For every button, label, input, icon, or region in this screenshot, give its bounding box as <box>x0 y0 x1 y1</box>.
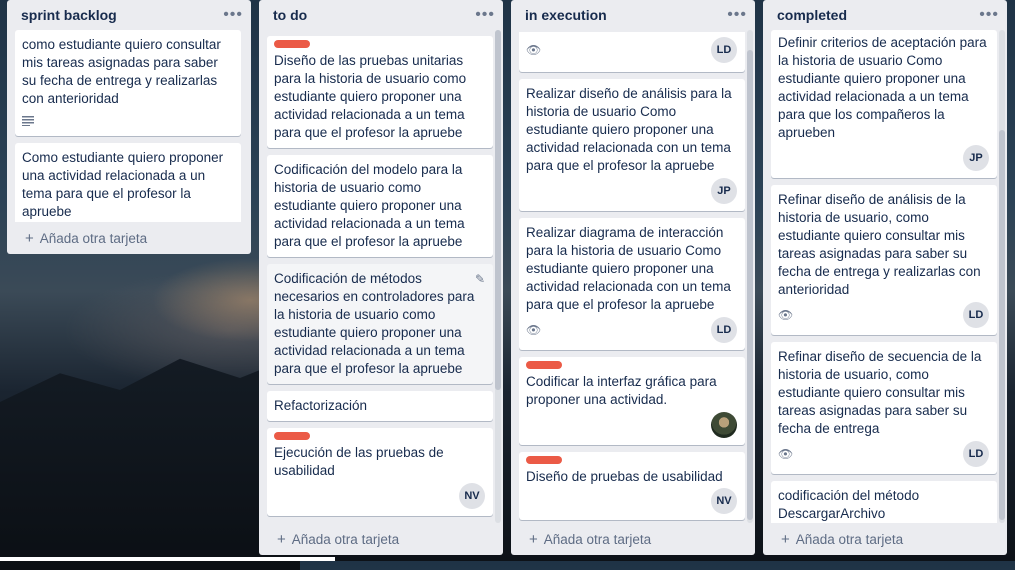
ellipsis-icon[interactable]: ••• <box>979 7 999 23</box>
card-title: Diseño de las pruebas unitarias para la … <box>274 53 467 140</box>
card-title: Refinar diseño de análisis de la histori… <box>778 192 981 297</box>
avatar[interactable]: JP <box>963 145 989 171</box>
card[interactable]: Codificar la interfaz gráfica para propo… <box>519 357 745 445</box>
eye-icon: 👁 <box>526 43 542 57</box>
plus-icon: + <box>781 530 790 548</box>
card-badges: JP <box>778 144 989 172</box>
card-title: Codificación de métodos necesarios en co… <box>274 271 475 376</box>
card-badges: 👁 LD <box>526 32 737 68</box>
card-title: Refactorización <box>274 398 368 413</box>
background-mountain <box>0 354 300 570</box>
add-card-label: Añada otra tarjeta <box>795 531 904 547</box>
ellipsis-icon[interactable]: ••• <box>475 7 495 23</box>
card-title: Codificar la interfaz gráfica para propo… <box>526 374 717 407</box>
eye-icon: 👁 <box>778 447 794 461</box>
plus-icon: + <box>529 530 538 548</box>
avatar[interactable]: JP <box>711 178 737 204</box>
ellipsis-icon[interactable]: ••• <box>223 7 243 23</box>
card-badges: NV <box>526 488 737 514</box>
card[interactable]: ✎ Codificación de métodos necesarios en … <box>267 264 493 384</box>
card-title: Codificación del modelo para la historia… <box>274 162 465 249</box>
list-title[interactable]: sprint backlog <box>21 7 117 23</box>
card-badges: NV <box>274 482 485 510</box>
ellipsis-icon[interactable]: ••• <box>727 7 747 23</box>
plus-icon: + <box>25 229 34 247</box>
add-card-button[interactable]: + Añada otra tarjeta <box>259 523 503 555</box>
pencil-icon[interactable]: ✎ <box>475 270 485 288</box>
card-badges <box>526 411 737 439</box>
horizontal-scrollbar[interactable] <box>0 557 335 561</box>
card[interactable]: Realizar diseño de análisis para la hist… <box>519 79 745 211</box>
card-list: como estudiante quiero consultar mis tar… <box>7 30 251 222</box>
card[interactable]: Como estudiante quiero proponer una acti… <box>15 143 241 222</box>
list-header: sprint backlog ••• <box>7 0 251 30</box>
label-red[interactable] <box>526 456 562 464</box>
card-list: Definir criterios de aceptación para la … <box>763 30 1007 523</box>
card-title: codificación del método DescargarArchivo <box>778 488 920 521</box>
card-title: como estudiante quiero consultar mis tar… <box>22 37 221 106</box>
card-title: Realizar diseño de análisis para la hist… <box>526 86 732 173</box>
card-badges: 👁 LD <box>526 316 737 344</box>
card[interactable]: Diseño de las pruebas unitarias para la … <box>267 36 493 148</box>
avatar[interactable]: LD <box>711 37 737 63</box>
add-card-button[interactable]: + Añada otra tarjeta <box>7 222 251 254</box>
scrollbar[interactable] <box>495 30 501 523</box>
eye-icon: 👁 <box>778 308 794 322</box>
avatar[interactable]: LD <box>711 317 737 343</box>
card-list: Diseño de las pruebas unitarias para la … <box>259 30 503 523</box>
card-badges <box>22 110 233 134</box>
list-header: in execution ••• <box>511 0 755 30</box>
card[interactable]: Ejecución de las pruebas de usabilidad N… <box>267 428 493 516</box>
avatar[interactable] <box>711 412 737 438</box>
list-title[interactable]: completed <box>777 7 847 23</box>
card-list: 👁 LD Realizar diseño de análisis para la… <box>511 30 755 523</box>
avatar[interactable]: LD <box>963 302 989 328</box>
label-red[interactable] <box>526 361 562 369</box>
add-card-button[interactable]: + Añada otra tarjeta <box>763 523 1007 555</box>
card-badges: 👁 LD <box>778 440 989 468</box>
card-badges: JP <box>526 177 737 205</box>
scrollbar[interactable] <box>999 30 1005 523</box>
description-icon <box>22 113 34 131</box>
card[interactable]: como estudiante quiero consultar mis tar… <box>15 30 241 136</box>
card[interactable]: Realizar diagrama de interacción para la… <box>519 218 745 350</box>
list-to-do: to do ••• Diseño de las pruebas unitaria… <box>259 0 503 555</box>
card[interactable]: Refactorización <box>267 391 493 421</box>
avatar[interactable]: LD <box>963 441 989 467</box>
list-in-execution: in execution ••• 👁 LD Realizar diseño de… <box>511 0 755 555</box>
scrollbar[interactable] <box>747 30 753 523</box>
card-title: Refinar diseño de secuencia de la histor… <box>778 349 982 436</box>
add-card-label: Añada otra tarjeta <box>291 531 400 547</box>
list-title[interactable]: in execution <box>525 7 607 23</box>
card[interactable]: 👁 LD <box>519 32 745 72</box>
eye-icon: 👁 <box>526 323 542 337</box>
card-title: Definir criterios de aceptación para la … <box>778 35 987 140</box>
card[interactable]: Diseño de pruebas de usabilidad NV <box>519 452 745 520</box>
card-badges: 👁 LD <box>778 301 989 329</box>
add-card-label: Añada otra tarjeta <box>543 531 652 547</box>
card[interactable]: Definir criterios de aceptación para la … <box>771 30 997 178</box>
list-header: to do ••• <box>259 0 503 30</box>
label-red[interactable] <box>274 40 310 48</box>
card[interactable]: Refinar diseño de análisis de la histori… <box>771 185 997 335</box>
card-title: Realizar diagrama de interacción para la… <box>526 225 731 312</box>
card[interactable]: Codificación del modelo para la historia… <box>267 155 493 257</box>
list-completed: completed ••• Definir criterios de acept… <box>763 0 1007 555</box>
card[interactable]: Refinar diseño de secuencia de la histor… <box>771 342 997 474</box>
label-red[interactable] <box>274 432 310 440</box>
add-card-label: Añada otra tarjeta <box>39 230 148 246</box>
card-title: Diseño de pruebas de usabilidad <box>526 469 723 484</box>
list-sprint-backlog: sprint backlog ••• como estudiante quier… <box>7 0 251 254</box>
card[interactable]: codificación del método DescargarArchivo <box>771 481 997 523</box>
add-card-button[interactable]: + Añada otra tarjeta <box>511 523 755 555</box>
card-title: Como estudiante quiero proponer una acti… <box>22 150 224 219</box>
list-title[interactable]: to do <box>273 7 307 23</box>
card-title: Ejecución de las pruebas de usabilidad <box>274 445 444 478</box>
list-header: completed ••• <box>763 0 1007 30</box>
avatar[interactable]: NV <box>459 483 485 509</box>
avatar[interactable]: NV <box>711 488 737 514</box>
plus-icon: + <box>277 530 286 548</box>
